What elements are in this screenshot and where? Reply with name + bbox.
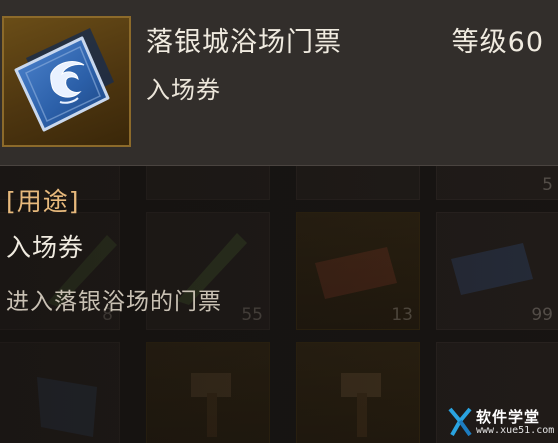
item-subtype: 入场券 (146, 76, 221, 104)
usage-description: 进入落银浴场的门票 (6, 289, 222, 315)
watermark-logo-icon (448, 407, 472, 437)
item-name: 落银城浴场门票 (146, 27, 342, 58)
item-level: 等级60 (451, 27, 544, 58)
tooltip-header: 落银城浴场门票 等级60 入场券 (0, 0, 558, 166)
watermark-title: 软件学堂 (476, 408, 541, 426)
usage-name: 入场券 (6, 233, 85, 262)
blue-ticket-icon (14, 28, 114, 132)
tooltip-body: 5 8 55 13 99 (0, 166, 558, 443)
usage-section-header: [用途] (6, 187, 80, 216)
watermark-url: www.xue51.com (476, 425, 555, 436)
item-icon-frame (2, 16, 131, 147)
site-watermark: 软件学堂 www.xue51.com (446, 406, 555, 438)
